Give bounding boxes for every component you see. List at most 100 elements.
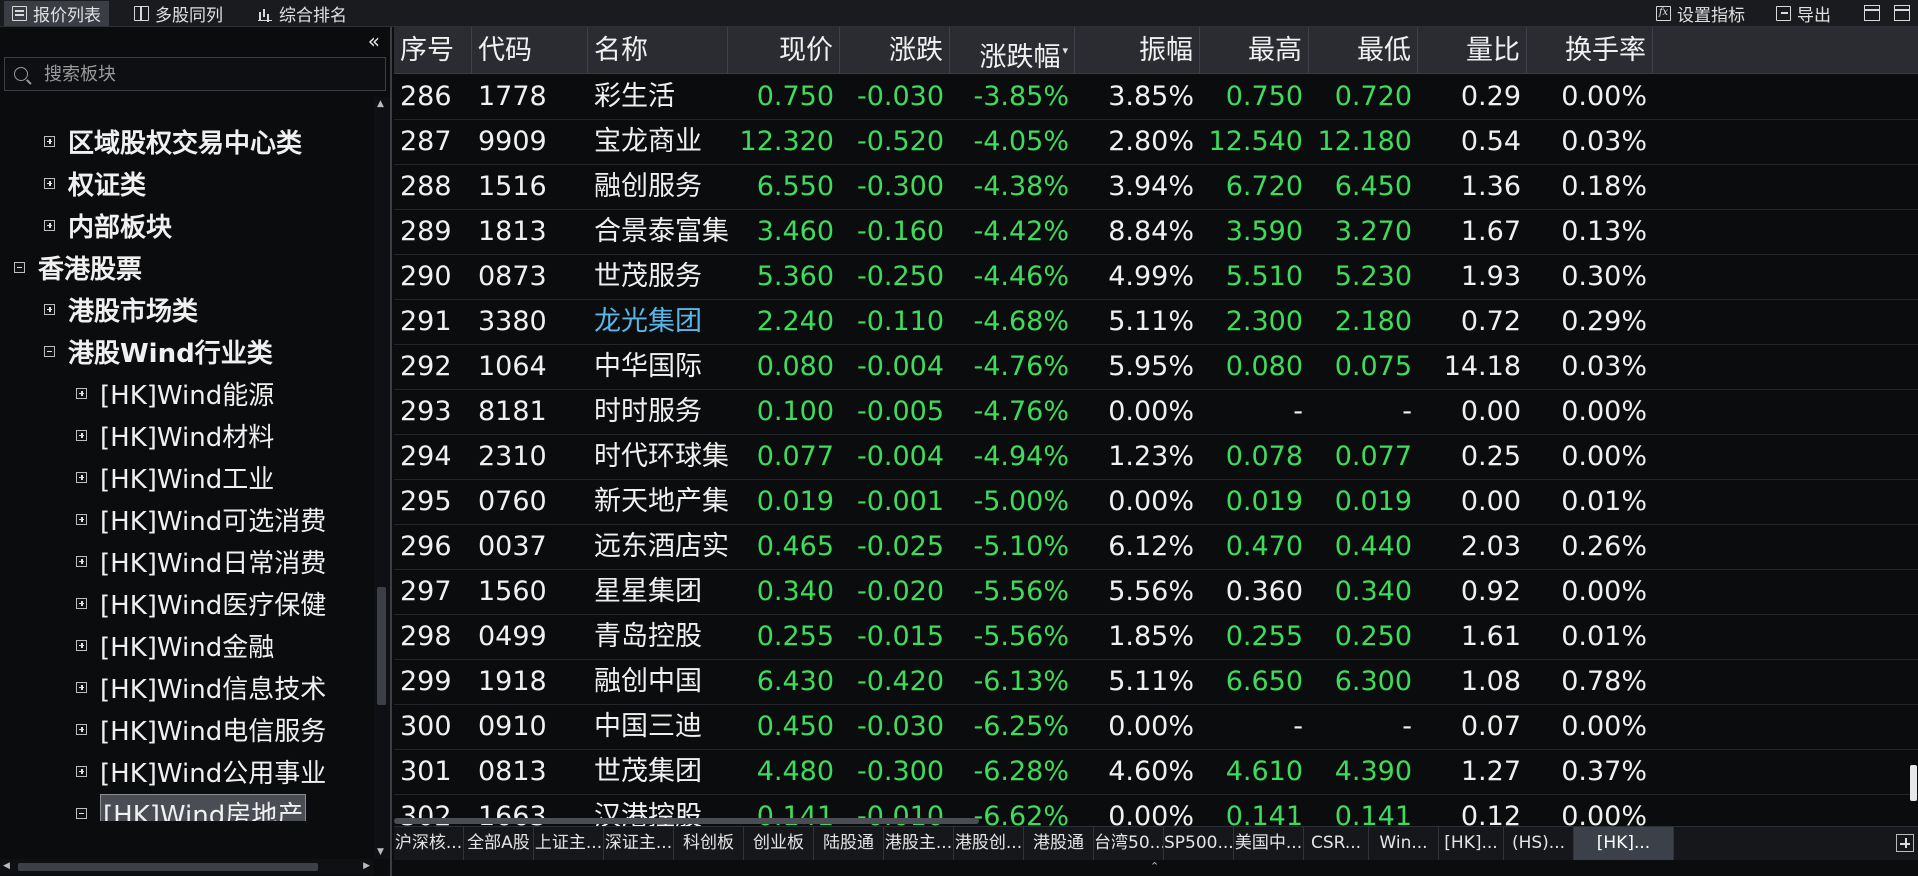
grid-vertical-scrollbar-thumb[interactable] <box>1910 765 1917 801</box>
tree-node[interactable]: 港股Wind行业类 <box>44 331 273 371</box>
column-header[interactable]: 最高 <box>1200 27 1309 74</box>
column-header[interactable]: 序号 <box>394 27 472 74</box>
scrollbar-thumb[interactable] <box>394 818 979 824</box>
expand-plus-icon[interactable] <box>76 555 87 567</box>
tree-node[interactable]: [HK]Wind房地产 <box>76 793 307 821</box>
set-indicator-button[interactable]: fx 设置指标 <box>1648 1 1753 26</box>
table-row[interactable]: 289 1813 合景泰富集团 3.460 -0.160 -4.42% 8.84% 3.590… <box>394 210 1918 255</box>
table-row[interactable]: 286 1778 彩生活 0.750 -0.030 -3.85% 3.85% 0.750 0.7… <box>394 75 1918 120</box>
table-row[interactable]: 290 0873 世茂服务 5.360 -0.250 -4.46% 4.99% 5.510 5.… <box>394 255 1918 300</box>
sector-search-input[interactable] <box>44 63 364 85</box>
expand-up-icon[interactable]: ⌃ <box>1150 860 1159 874</box>
table-row[interactable]: 300 0910 中国三迪 0.450 -0.030 -6.25% 0.00% - - 0.07 0… <box>394 705 1918 750</box>
tree-node[interactable]: [HK]Wind工业 <box>76 457 274 497</box>
expand-plus-icon[interactable] <box>76 765 87 777</box>
tree-node[interactable]: 内部板块 <box>44 205 172 245</box>
scroll-up-arrow-icon[interactable]: ▲ <box>377 99 384 109</box>
sector-tab[interactable]: SP500... <box>1164 827 1234 860</box>
scroll-down-arrow-icon[interactable]: ▼ <box>377 847 384 857</box>
expand-plus-icon[interactable] <box>44 303 55 315</box>
table-row[interactable]: 294 2310 时代环球集团 0.077 -0.004 -4.94% 1.23% 0.078… <box>394 435 1918 480</box>
window-icon[interactable] <box>1894 5 1910 21</box>
collapse-panel-icon[interactable]: « <box>368 31 380 51</box>
column-header[interactable]: 涨跌 <box>840 27 950 74</box>
sector-tab[interactable]: 创业板 <box>744 827 814 860</box>
export-button[interactable]: 导出 <box>1768 1 1839 26</box>
table-row[interactable]: 299 1918 融创中国 6.430 -0.420 -6.13% 5.11% 6.650 6.… <box>394 660 1918 705</box>
tab-multi-stock[interactable]: 多股同列 <box>126 1 231 26</box>
column-header[interactable]: 名称 <box>588 27 728 74</box>
grid-horizontal-scrollbar[interactable] <box>394 817 1918 825</box>
expand-plus-icon[interactable] <box>76 471 87 483</box>
expand-plus-icon[interactable] <box>44 135 55 147</box>
sector-tab[interactable]: 台湾50... <box>1094 827 1164 860</box>
table-row[interactable]: 297 1560 星星集团 0.340 -0.020 -5.56% 5.56% 0.360 0.… <box>394 570 1918 615</box>
column-header[interactable]: 最低 <box>1309 27 1418 74</box>
table-row[interactable]: 298 0499 青岛控股 0.255 -0.015 -5.56% 1.85% 0.255 0.… <box>394 615 1918 660</box>
tree-node[interactable]: [HK]Wind金融 <box>76 625 274 665</box>
sector-tab[interactable]: 港股主... <box>884 827 954 860</box>
scroll-left-arrow-icon[interactable]: ◀ <box>3 861 10 871</box>
add-tab-icon[interactable] <box>1896 834 1914 852</box>
column-header[interactable]: 现价 <box>728 27 840 74</box>
layout-icon[interactable] <box>1864 5 1880 21</box>
column-header[interactable]: 换手率 <box>1527 27 1653 74</box>
tree-node[interactable]: 权证类 <box>44 163 146 203</box>
table-row[interactable]: 288 1516 融创服务 6.550 -0.300 -4.38% 3.94% 6.720 6.… <box>394 165 1918 210</box>
tree-node[interactable]: [HK]Wind能源 <box>76 373 274 413</box>
expand-plus-icon[interactable] <box>44 219 55 231</box>
tree-node[interactable]: 港股市场类 <box>44 289 198 329</box>
tree-node[interactable]: [HK]Wind日常消费 <box>76 541 326 581</box>
sector-tab[interactable]: 全部A股 <box>464 827 534 860</box>
sector-tab[interactable]: 美国中... <box>1234 827 1304 860</box>
tab-ranking[interactable]: 综合排名 <box>250 1 355 26</box>
tree-node[interactable]: [HK]Wind公用事业 <box>76 751 326 791</box>
column-header[interactable]: 涨跌幅 ▾ <box>950 27 1075 74</box>
sector-tab[interactable]: 沪深核... <box>394 827 464 860</box>
tree-node[interactable]: [HK]Wind材料 <box>76 415 274 455</box>
collapse-minus-icon[interactable] <box>14 261 25 273</box>
tree-horizontal-scrollbar[interactable]: ◀ ▶ <box>0 859 374 875</box>
expand-plus-icon[interactable] <box>76 429 87 441</box>
table-row[interactable]: 301 0813 世茂集团 4.480 -0.300 -6.28% 4.60% 4.610 4.… <box>394 750 1918 795</box>
sector-tab[interactable]: 港股通 <box>1024 827 1094 860</box>
sector-tab[interactable]: 陆股通 <box>814 827 884 860</box>
sector-tab[interactable]: [HK]... <box>1439 827 1504 860</box>
table-row[interactable]: 291 3380 龙光集团 2.240 -0.110 -4.68% 5.11% 2.300 2.… <box>394 300 1918 345</box>
table-row[interactable]: 292 1064 中华国际 0.080 -0.004 -4.76% 5.95% 0.080 0.… <box>394 345 1918 390</box>
sector-tab[interactable]: CSR... <box>1304 827 1369 860</box>
sector-tab[interactable]: 科创板 <box>674 827 744 860</box>
table-row[interactable]: 295 0760 新天地产集团 0.019 -0.001 -5.00% 0.00% 0.019… <box>394 480 1918 525</box>
collapse-minus-icon[interactable] <box>76 807 87 819</box>
expand-plus-icon[interactable] <box>44 177 55 189</box>
tree-node[interactable]: [HK]Wind可选消费 <box>76 499 326 539</box>
tree-node[interactable]: [HK]Wind电信服务 <box>76 709 326 749</box>
table-row[interactable]: 296 0037 远东酒店实业 0.465 -0.025 -5.10% 6.12% 0.470… <box>394 525 1918 570</box>
scrollbar-thumb[interactable] <box>377 587 386 705</box>
tab-quote-list[interactable]: 报价列表 <box>4 1 109 26</box>
column-header[interactable]: 代码 <box>472 27 588 74</box>
collapse-minus-icon[interactable] <box>44 345 55 357</box>
sector-tab[interactable]: [HK]... <box>1574 827 1674 860</box>
scroll-right-arrow-icon[interactable]: ▶ <box>363 861 370 871</box>
expand-plus-icon[interactable] <box>76 723 87 735</box>
tree-node[interactable]: [HK]Wind信息技术 <box>76 667 326 707</box>
column-header[interactable]: 量比 <box>1418 27 1527 74</box>
expand-plus-icon[interactable] <box>76 639 87 651</box>
expand-plus-icon[interactable] <box>76 387 87 399</box>
sector-tab[interactable]: (HS)... <box>1504 827 1574 860</box>
column-header[interactable]: 振幅 <box>1075 27 1200 74</box>
sector-tab[interactable]: 深证主... <box>604 827 674 860</box>
sector-tab[interactable]: 港股创... <box>954 827 1024 860</box>
sector-tab[interactable]: Win... <box>1369 827 1439 860</box>
scrollbar-thumb[interactable] <box>18 863 318 871</box>
table-row[interactable]: 293 8181 时时服务 0.100 -0.005 -4.76% 0.00% - - 0.00 0… <box>394 390 1918 435</box>
table-row[interactable]: 287 9909 宝龙商业 12.320 -0.520 -4.05% 2.80% 12.540… <box>394 120 1918 165</box>
tree-node[interactable]: 区域股权交易中心类 <box>44 121 302 161</box>
expand-plus-icon[interactable] <box>76 513 87 525</box>
expand-plus-icon[interactable] <box>76 681 87 693</box>
expand-plus-icon[interactable] <box>76 597 87 609</box>
sector-search-box[interactable] <box>4 57 386 91</box>
tree-node[interactable]: [HK]Wind医疗保健 <box>76 583 326 623</box>
sector-tab[interactable]: 上证主... <box>534 827 604 860</box>
